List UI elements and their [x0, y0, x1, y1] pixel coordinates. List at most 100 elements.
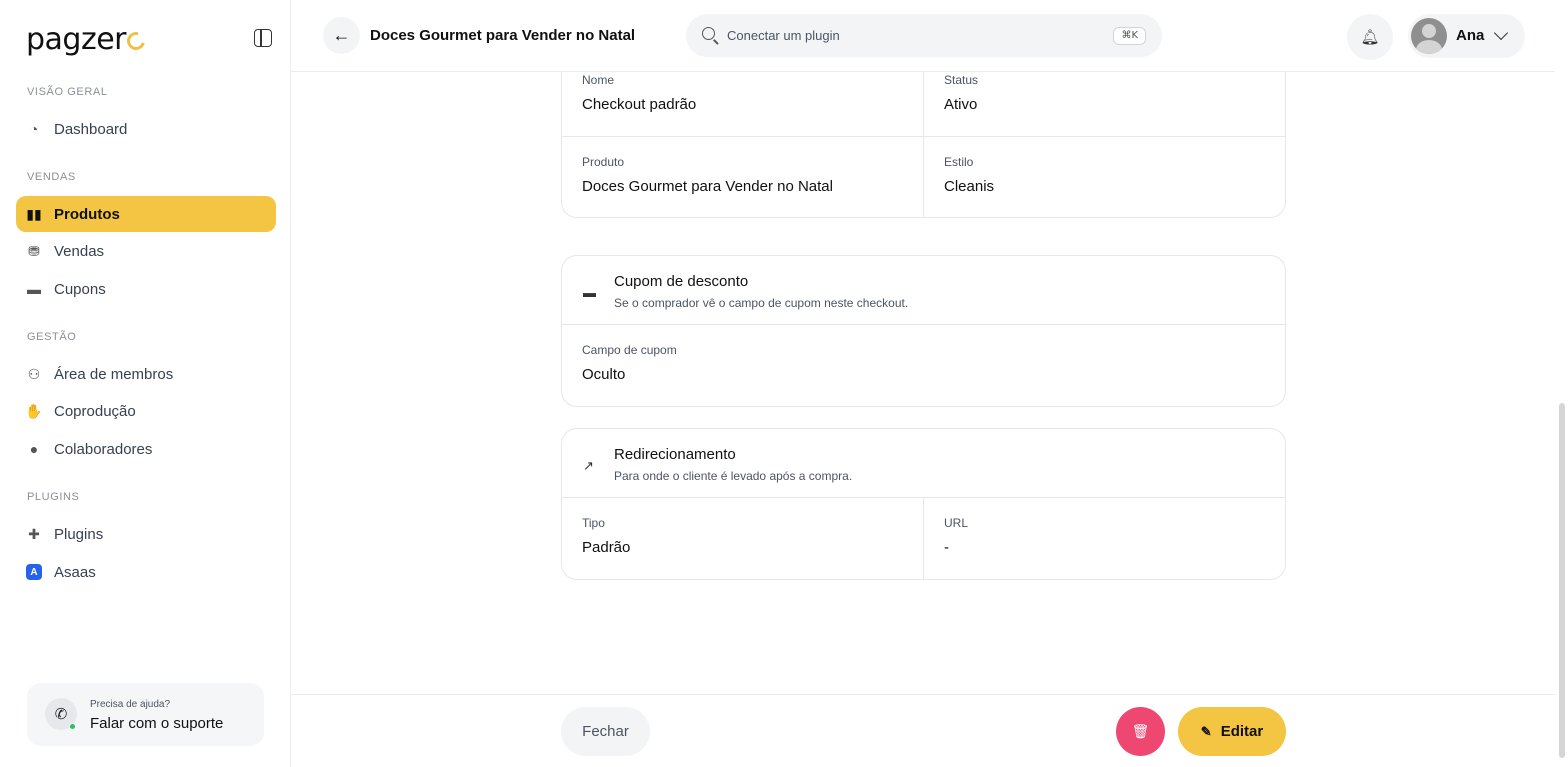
detail-label: Produto — [582, 155, 625, 169]
card-title: Cupom de desconto — [614, 273, 749, 290]
money-icon: ⛃ — [28, 242, 40, 259]
avatar — [1411, 18, 1447, 54]
logo[interactable]: pagzer — [26, 22, 149, 57]
card-header: ↗ Redirecionamento Para onde o cliente é… — [562, 429, 1285, 498]
sidebar-item-plugins[interactable]: ✚ Plugins — [16, 516, 276, 552]
section-label-overview: VISÃO GERAL — [27, 86, 108, 98]
shortcut-badge: ⌘K — [1113, 27, 1146, 45]
detail-value: Doces Gourmet para Vender no Natal — [582, 178, 833, 195]
detail-campo-cupom: Campo de cupom Oculto — [562, 325, 1285, 406]
online-status-dot — [69, 723, 76, 730]
pencil-icon: ✎ — [1200, 723, 1212, 739]
detail-value: Ativo — [944, 96, 978, 113]
user-menu[interactable]: Ana — [1408, 14, 1525, 58]
sidebar-item-produtos[interactable]: ▮▮ Produtos — [16, 196, 276, 232]
logo-text: pagzer — [26, 22, 127, 57]
sidebar-item-label: Dashboard — [54, 120, 128, 138]
chevron-down-icon — [1493, 25, 1509, 41]
details-row: Nome Checkout padrão Status Ativo — [562, 72, 1285, 136]
search-icon — [702, 27, 715, 40]
sidebar-item-cupons[interactable]: ▬ Cupons — [16, 271, 276, 307]
sidebar-item-label: Cupons — [54, 280, 106, 298]
logo-ring-icon — [123, 28, 149, 54]
sidebar-item-label: Asaas — [54, 563, 96, 581]
sidebar-item-label: Produtos — [54, 205, 120, 223]
detail-status: Status Ativo — [923, 72, 1285, 136]
detail-value: - — [944, 539, 949, 556]
puzzle-icon: ✚ — [28, 525, 40, 542]
search-input[interactable] — [727, 24, 1087, 47]
detail-estilo: Estilo Cleanis — [923, 137, 1285, 217]
section-label-plugins: PLUGINS — [27, 491, 80, 503]
card-subtitle: Se o comprador vê o campo de cupom neste… — [614, 296, 909, 310]
sidebar-item-coproducao[interactable]: ✋ Coprodução — [16, 393, 276, 429]
topbar: ← Doces Gourmet para Vender no Natal ⌘K … — [291, 0, 1555, 72]
scrollbar-thumb[interactable] — [1559, 403, 1565, 758]
users-icon: ⚇ — [27, 365, 41, 382]
sidebar-item-dashboard[interactable]: ◔ Dashboard — [16, 111, 276, 147]
redirect-card: ↗ Redirecionamento Para onde o cliente é… — [561, 428, 1286, 580]
sidebar-item-label: Área de membros — [54, 365, 174, 383]
details-row: Tipo Padrão URL - — [562, 498, 1285, 579]
main-content: Nome Checkout padrão Status Ativo Produt… — [291, 72, 1555, 694]
back-button[interactable]: ← — [323, 17, 360, 54]
edit-button-label: Editar — [1220, 723, 1264, 740]
details-row: Campo de cupom Oculto — [562, 325, 1285, 406]
checkout-details-card: Nome Checkout padrão Status Ativo Produt… — [561, 72, 1286, 218]
close-button[interactable]: Fechar — [561, 707, 650, 756]
edit-button[interactable]: ✎ Editar — [1178, 707, 1286, 756]
sidebar-item-label: Coprodução — [54, 402, 136, 420]
detail-label: Campo de cupom — [582, 343, 677, 357]
arrow-left-icon: ← — [332, 25, 351, 45]
sidebar-item-asaas[interactable]: A Asaas — [16, 554, 276, 590]
app: pagzer VISÃO GERAL ◔ Dashboard VENDAS ▮▮… — [0, 0, 1568, 767]
support-caption: Precisa de ajuda? — [90, 699, 171, 710]
box-icon: ▮▮ — [26, 205, 42, 222]
bell-icon: 🔔︎ — [1360, 29, 1380, 46]
ticket-icon: ▬ — [583, 285, 596, 300]
section-label-management: GESTÃO — [27, 331, 77, 343]
card-subtitle: Para onde o cliente é levado após a comp… — [614, 469, 853, 483]
detail-label: URL — [944, 516, 969, 530]
detail-value: Oculto — [582, 366, 626, 383]
detail-label: Tipo — [582, 516, 605, 530]
sidebar-toggle-icon[interactable] — [254, 29, 272, 47]
detail-tipo: Tipo Padrão — [562, 498, 923, 579]
sidebar: pagzer VISÃO GERAL ◔ Dashboard VENDAS ▮▮… — [0, 0, 291, 767]
dashboard-icon: ◔ — [29, 121, 39, 137]
detail-value: Cleanis — [944, 178, 995, 195]
section-label-sales: VENDAS — [27, 171, 76, 183]
handshake-icon: ✋ — [25, 402, 43, 419]
asaas-icon: A — [26, 564, 42, 580]
detail-label: Estilo — [944, 155, 974, 169]
detail-label: Status — [944, 73, 979, 87]
detail-url: URL - — [923, 498, 1285, 579]
detail-produto: Produto Doces Gourmet para Vender no Nat… — [562, 137, 923, 217]
card-title: Redirecionamento — [614, 446, 736, 463]
notifications-button[interactable]: 🔔︎ — [1347, 14, 1393, 60]
sidebar-item-area-membros[interactable]: ⚇ Área de membros — [16, 356, 276, 392]
sidebar-item-colaboradores[interactable]: ● Colaboradores — [16, 431, 276, 467]
card-header: ▬ Cupom de desconto Se o comprador vê o … — [562, 256, 1285, 325]
detail-value: Padrão — [582, 539, 631, 556]
detail-value: Checkout padrão — [582, 96, 697, 113]
user-name: Ana — [1456, 27, 1485, 44]
trash-icon: 🗑︎ — [1131, 723, 1150, 739]
arrow-up-right-icon: ↗ — [583, 458, 594, 473]
page-title: Doces Gourmet para Vender no Natal — [370, 27, 636, 44]
delete-button[interactable]: 🗑︎ — [1116, 707, 1165, 756]
detail-label: Nome — [582, 73, 615, 87]
sidebar-item-label: Plugins — [54, 525, 104, 543]
support-card[interactable]: ✆ Precisa de ajuda? Falar com o suporte — [27, 683, 264, 746]
details-row: Produto Doces Gourmet para Vender no Nat… — [562, 136, 1285, 217]
support-link[interactable]: Falar com o suporte — [90, 715, 223, 732]
sidebar-item-label: Colaboradores — [54, 440, 153, 458]
sidebar-item-label: Vendas — [54, 242, 105, 260]
coupon-card: ▬ Cupom de desconto Se o comprador vê o … — [561, 255, 1286, 407]
action-footer: Fechar 🗑︎ ✎ Editar — [291, 694, 1555, 767]
user-icon: ● — [29, 441, 39, 457]
search-bar[interactable]: ⌘K — [686, 14, 1162, 57]
detail-nome: Nome Checkout padrão — [562, 72, 923, 136]
sidebar-item-vendas[interactable]: ⛃ Vendas — [16, 233, 276, 269]
ticket-icon: ▬ — [27, 281, 41, 297]
